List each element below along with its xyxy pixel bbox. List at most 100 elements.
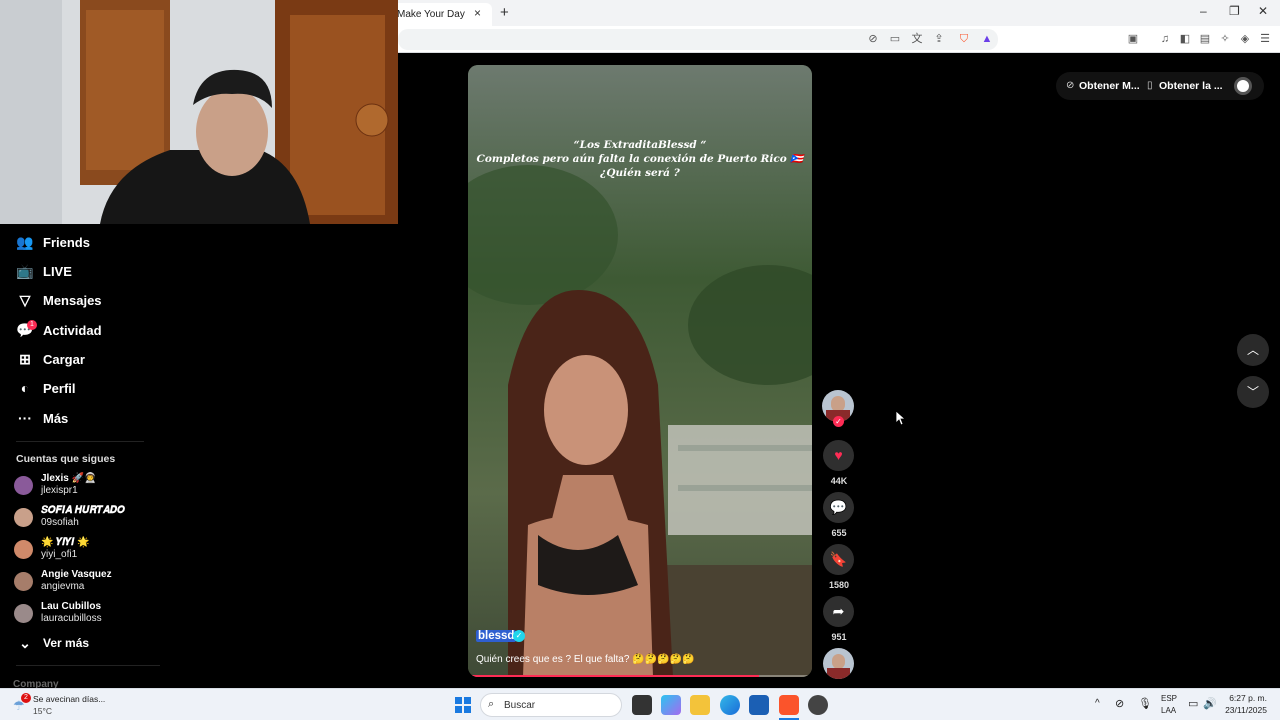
- download-app-icon: ⊘: [1066, 80, 1075, 91]
- share-button[interactable]: ➦: [823, 596, 854, 627]
- language-layout[interactable]: LAA: [1161, 706, 1176, 715]
- sidebar-item-friends[interactable]: 👥 Friends: [16, 230, 90, 254]
- tab-close-icon[interactable]: ×: [474, 6, 481, 20]
- video-progress-bar[interactable]: [470, 675, 810, 677]
- like-count: 44K: [830, 476, 848, 486]
- share-icon[interactable]: ⇪: [931, 31, 947, 47]
- microphone-icon[interactable]: 🎙: [1138, 697, 1152, 710]
- vpn-icon[interactable]: ◈: [1237, 31, 1253, 47]
- maximize-button[interactable]: ❐: [1229, 4, 1240, 18]
- brave-shield-icon[interactable]: ⛉: [956, 31, 972, 47]
- brave-rewards-icon[interactable]: ▲: [979, 31, 995, 47]
- account-name: Jlexis 🚀👨‍🚀: [41, 473, 97, 484]
- video-author[interactable]: blessd: [476, 630, 517, 642]
- webcam-overlay: [0, 0, 398, 224]
- sidebar: 👥 Friends 📺 LIVE ▽ Mensajes 💬 Actividad 1 ⊞ C…: [0, 224, 160, 690]
- account-name: Lau Cubillos: [41, 601, 101, 612]
- minimize-button[interactable]: –: [1200, 4, 1207, 18]
- share-arrow-icon: ➦: [832, 603, 845, 619]
- search-placeholder: Buscar: [504, 700, 536, 711]
- tab-search-icon[interactable]: ▣: [1125, 31, 1141, 47]
- clock-time[interactable]: 6:27 p. m.: [1225, 693, 1267, 703]
- friends-icon: 👥: [16, 234, 34, 250]
- avatar: [14, 603, 33, 623]
- followed-account[interactable]: Angie Vasquez angievma: [14, 567, 112, 595]
- sidebar-item-profile[interactable]: ◐ Perfil: [16, 376, 76, 400]
- network-icon[interactable]: ⊘: [1115, 697, 1124, 710]
- sidebar-item-label: Mensajes: [43, 292, 102, 308]
- copilot-icon[interactable]: [661, 695, 681, 715]
- media-icon[interactable]: ♫: [1157, 31, 1173, 47]
- like-button[interactable]: ♥: [823, 440, 854, 471]
- sidebar-item-label: Actividad: [43, 322, 102, 338]
- sidebar-toggle-icon[interactable]: ◧: [1177, 31, 1193, 47]
- account-username: lauracubilloss: [41, 613, 102, 624]
- followed-check-icon: ✓: [833, 416, 844, 427]
- divider: [16, 441, 144, 442]
- wallet-icon[interactable]: ▤: [1197, 31, 1213, 47]
- save-button[interactable]: 🔖: [823, 544, 854, 575]
- account-username: yiyi_ofi1: [41, 549, 78, 560]
- sidebar-item-more[interactable]: ··· Más: [16, 406, 68, 430]
- get-app-link[interactable]: Obtener M...: [1079, 80, 1140, 92]
- sidebar-item-live[interactable]: 📺 LIVE: [16, 259, 72, 283]
- task-view-icon[interactable]: [632, 695, 652, 715]
- tray-chevron-icon[interactable]: ^: [1095, 698, 1100, 709]
- edge-icon[interactable]: [720, 695, 740, 715]
- sidebar-item-label: Más: [43, 410, 69, 426]
- previous-video-button[interactable]: ︿: [1237, 334, 1269, 366]
- leo-ai-icon[interactable]: ✧: [1217, 31, 1233, 47]
- comment-icon: 💬: [829, 499, 848, 515]
- video-player[interactable]: “Los ExtraditaBlessd “ Completos pero aú…: [468, 65, 812, 677]
- volume-icon[interactable]: 🔊: [1203, 697, 1217, 710]
- sound-disc-avatar[interactable]: [823, 648, 854, 679]
- sidebar-item-label: LIVE: [43, 263, 72, 279]
- overlay-line: Completos pero aún falta la conexión de …: [476, 153, 804, 165]
- share-count: 951: [831, 632, 847, 642]
- taskbar-search[interactable]: ⌕ Buscar: [480, 693, 622, 717]
- menu-icon[interactable]: ☰: [1257, 31, 1273, 47]
- get-mobile-app-link[interactable]: Obtener la ...: [1159, 80, 1223, 92]
- messages-icon: ▽: [19, 292, 31, 308]
- sidebar-item-messages[interactable]: ▽ Mensajes: [16, 288, 102, 312]
- chevron-down-icon: ⌄: [19, 635, 31, 651]
- avatar: [14, 571, 33, 591]
- language-code[interactable]: ESP: [1161, 694, 1177, 703]
- followed-account[interactable]: 𝑺𝑶𝑭𝑰𝑨 𝑯𝑼𝑹𝑻𝑨𝑫𝑶 09sofiah: [14, 503, 125, 531]
- translate-icon[interactable]: 文: [909, 31, 925, 47]
- tiktok-app-icon[interactable]: [808, 695, 828, 715]
- verified-icon: ✓: [513, 630, 525, 642]
- url-field[interactable]: [398, 29, 998, 50]
- video-progress-fill: [470, 675, 759, 677]
- brave-browser-icon[interactable]: [779, 695, 799, 715]
- avatar: [14, 475, 33, 495]
- cast-icon[interactable]: ▭: [887, 31, 903, 47]
- followed-account[interactable]: Jlexis 🚀👨‍🚀 jlexispr1: [14, 471, 96, 499]
- heart-icon: ♥: [834, 447, 843, 463]
- store-icon[interactable]: [749, 695, 769, 715]
- followed-account[interactable]: Lau Cubillos lauracubilloss: [14, 599, 102, 627]
- clock-date[interactable]: 23/11/2025: [1225, 705, 1267, 715]
- comment-button[interactable]: 💬: [823, 492, 854, 523]
- new-tab-button[interactable]: +: [500, 4, 509, 21]
- windows-start-icon[interactable]: [455, 697, 471, 713]
- close-window-button[interactable]: ✕: [1258, 4, 1268, 18]
- followed-account[interactable]: 🌟 𝒀𝑰𝒀𝑰 🌟 yiyi_ofi1: [14, 535, 90, 563]
- reader-mode-icon[interactable]: ⊘: [865, 31, 881, 47]
- account-name: 🌟 𝒀𝑰𝒀𝑰 🌟: [41, 537, 90, 548]
- sidebar-item-label: Friends: [43, 234, 90, 250]
- chevron-down-icon: ﹀: [1246, 385, 1259, 399]
- weather-widget[interactable]: ☂ 2: [13, 693, 33, 714]
- profile-avatar-icon[interactable]: [1234, 77, 1252, 95]
- upload-icon: ⊞: [19, 351, 31, 367]
- display-icon[interactable]: ▭: [1188, 697, 1198, 710]
- sidebar-item-upload[interactable]: ⊞ Cargar: [16, 347, 85, 371]
- live-icon: 📺: [16, 263, 34, 279]
- overlay-line: ¿Quién será ?: [600, 167, 680, 179]
- see-more-link[interactable]: ⌄ Ver más: [16, 631, 89, 655]
- next-video-button[interactable]: ﹀: [1237, 376, 1269, 408]
- see-more-label: Ver más: [43, 636, 90, 650]
- profile-icon: ◐: [20, 380, 30, 396]
- account-username: jlexispr1: [41, 485, 78, 496]
- file-explorer-icon[interactable]: [690, 695, 710, 715]
